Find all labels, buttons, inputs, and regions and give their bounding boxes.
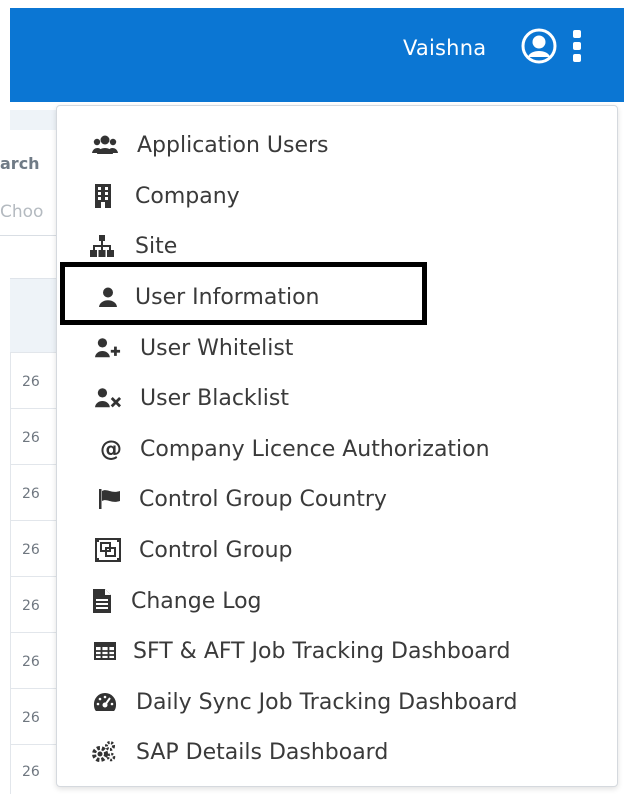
user-plus-icon: [95, 335, 121, 361]
row-date: 26: [22, 764, 40, 780]
kebab-vertical-icon[interactable]: [570, 30, 584, 66]
building-icon: [90, 183, 116, 209]
row-date: 26: [22, 542, 40, 558]
selection-highlight-box: [60, 262, 427, 325]
menu-item-label: Change Log: [131, 588, 262, 614]
menu-item-label: Company: [135, 183, 240, 209]
row-date: 26: [22, 710, 40, 726]
menu-item-user-blacklist[interactable]: User Blacklist: [57, 378, 617, 418]
search-label: arch: [0, 154, 40, 173]
at-icon: @: [100, 436, 122, 462]
tachometer-icon: [92, 689, 118, 715]
menu-item-site[interactable]: Site: [57, 226, 617, 266]
table-icon: [92, 638, 118, 664]
file-text-icon: [89, 588, 115, 614]
user-name[interactable]: Vaishna: [403, 36, 486, 60]
menu-item-label: User Blacklist: [140, 385, 289, 411]
object-group-icon: [95, 537, 121, 563]
menu-item-company[interactable]: Company: [57, 176, 617, 216]
menu-item-daily-sync-dashboard[interactable]: Daily Sync Job Tracking Dashboard: [57, 682, 617, 722]
row-date: 26: [22, 486, 40, 502]
menu-item-control-group-country[interactable]: Control Group Country: [57, 479, 617, 519]
menu-item-label: Site: [135, 233, 178, 259]
row-date: 26: [22, 430, 40, 446]
row-date: 26: [22, 654, 40, 670]
menu-item-sap-details-dashboard[interactable]: SAP Details Dashboard: [57, 732, 617, 772]
menu-item-change-log[interactable]: Change Log: [57, 581, 617, 621]
menu-item-label: SFT & AFT Job Tracking Dashboard: [133, 638, 511, 664]
row-date: 26: [22, 598, 40, 614]
menu-item-sft-aft-dashboard[interactable]: SFT & AFT Job Tracking Dashboard: [57, 631, 617, 671]
menu-item-label: Application Users: [137, 132, 329, 158]
menu-item-label: Company Licence Authorization: [140, 436, 490, 462]
menu-item-label: Control Group Country: [139, 486, 387, 512]
admin-dropdown-menu: Application Users Company Site User Info…: [56, 105, 618, 787]
users-icon: [92, 132, 118, 158]
sitemap-icon: [89, 233, 115, 259]
user-circle-icon[interactable]: [520, 27, 558, 65]
menu-item-control-group[interactable]: Control Group: [57, 530, 617, 570]
menu-item-company-licence-authorization[interactable]: @ Company Licence Authorization: [57, 429, 617, 469]
menu-item-label: Control Group: [139, 537, 293, 563]
user-times-icon: [95, 385, 121, 411]
cogs-icon: [91, 739, 117, 765]
menu-item-label: Daily Sync Job Tracking Dashboard: [136, 689, 518, 715]
menu-item-label: SAP Details Dashboard: [136, 739, 389, 765]
menu-item-user-whitelist[interactable]: User Whitelist: [57, 328, 617, 368]
flag-icon: [97, 486, 123, 512]
menu-item-application-users[interactable]: Application Users: [57, 125, 617, 165]
row-date: 26: [22, 374, 40, 390]
menu-item-label: User Whitelist: [140, 335, 294, 361]
